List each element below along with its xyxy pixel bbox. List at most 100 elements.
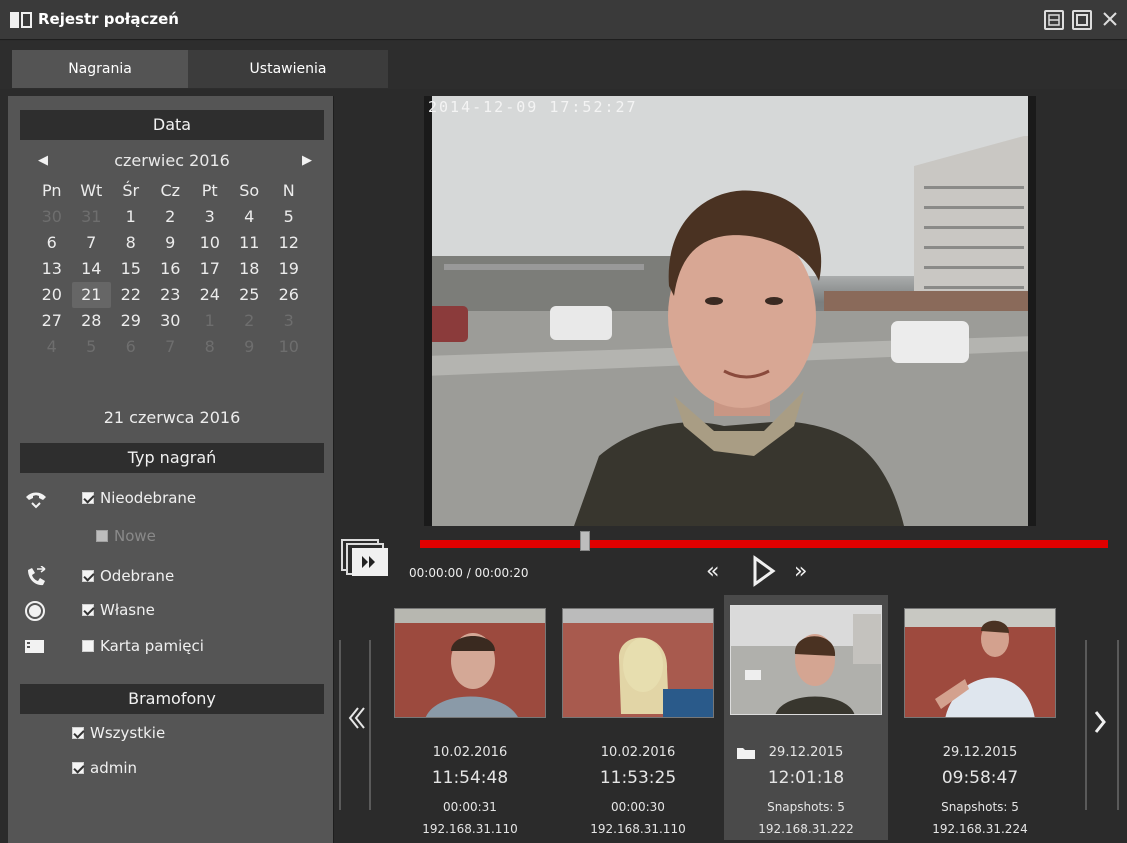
weekday-label: Śr xyxy=(122,181,140,200)
filter-karta-pamieci[interactable]: Karta pamięci xyxy=(82,635,204,657)
calendar-week-row: 30 31 1 2 3 4 5 xyxy=(32,204,316,230)
calendar-day[interactable]: 23 xyxy=(151,282,191,308)
checkbox-wlasne[interactable] xyxy=(82,604,94,616)
tab-ustawienia[interactable]: Ustawienia xyxy=(188,50,388,88)
label-karta-pamieci: Karta pamięci xyxy=(100,637,204,655)
calendar-grid: Pn Wt Śr Cz Pt So N 30 31 1 2 3 4 5 6 7 8 9 10 11 12 13 14 15 16… xyxy=(32,178,316,360)
thumb-ip: 192.168.31.110 xyxy=(590,822,686,836)
calendar-day[interactable]: 12 xyxy=(269,230,309,256)
checkbox-karta-pamieci[interactable] xyxy=(82,640,94,652)
calendar-day[interactable]: 18 xyxy=(230,256,270,282)
checkbox-odebrane[interactable] xyxy=(82,570,94,582)
calendar-day[interactable]: 29 xyxy=(111,308,151,334)
recording-thumb-2[interactable]: 10.02.2016 11:53:25 00:00:30 192.168.31.… xyxy=(556,598,720,843)
video-player[interactable]: 2014-12-09 17:52:27 xyxy=(424,96,1036,526)
recording-thumb-4[interactable]: 29.12.2015 09:58:47 Snapshots: 5 192.168… xyxy=(898,598,1062,843)
checkbox-wszystkie[interactable] xyxy=(72,727,84,739)
close-button[interactable] xyxy=(1100,10,1120,30)
calendar-week-row: 13 14 15 16 17 18 19 xyxy=(32,256,316,282)
weekday-label: Cz xyxy=(160,181,181,200)
filter-panel: Data ◀ czerwiec 2016 ▶ Pn Wt Śr Cz Pt So N 30 31… xyxy=(8,96,334,843)
tab-nagrania[interactable]: Nagrania xyxy=(12,50,188,88)
calendar-day[interactable]: 16 xyxy=(151,256,191,282)
calendar-day[interactable]: 10 xyxy=(190,230,230,256)
calendar-day-outside[interactable]: 6 xyxy=(111,334,151,360)
calendar-day[interactable]: 22 xyxy=(111,282,151,308)
filter-wlasne[interactable]: Własne xyxy=(82,599,155,621)
calendar-day[interactable]: 26 xyxy=(269,282,309,308)
play-button[interactable] xyxy=(752,555,776,593)
thumb-ip: 192.168.31.110 xyxy=(422,822,518,836)
thumb-date: 10.02.2016 xyxy=(432,745,508,760)
restore-button[interactable] xyxy=(1044,10,1064,30)
prev-page-button[interactable] xyxy=(336,640,376,810)
record-type-header: Typ nagrań xyxy=(20,443,324,473)
snapshot-sequence-icon[interactable] xyxy=(340,538,396,578)
answered-call-icon xyxy=(24,565,48,588)
thumb-time: 11:53:25 xyxy=(599,768,677,788)
rewind-button[interactable]: « xyxy=(706,559,719,584)
calendar-day-outside[interactable]: 1 xyxy=(190,308,230,334)
filter-admin[interactable]: admin xyxy=(72,757,137,779)
calendar-day[interactable]: 25 xyxy=(230,282,270,308)
thumb-ip: 192.168.31.222 xyxy=(758,822,854,836)
calendar-day[interactable]: 13 xyxy=(32,256,72,282)
weekday-label: So xyxy=(239,181,260,200)
calendar-day[interactable]: 6 xyxy=(32,230,72,256)
calendar-day[interactable]: 19 xyxy=(269,256,309,282)
progress-bar[interactable] xyxy=(420,540,1108,548)
thumb-snapshots: Snapshots: 5 xyxy=(941,800,1019,814)
date-section-header: Data xyxy=(20,110,324,140)
calendar-day[interactable]: 30 xyxy=(151,308,191,334)
calendar-day-outside[interactable]: 3 xyxy=(269,308,309,334)
calendar-day-outside[interactable]: 8 xyxy=(190,334,230,360)
calendar-day[interactable]: 7 xyxy=(72,230,112,256)
calendar-day[interactable]: 27 xyxy=(32,308,72,334)
calendar-day-outside[interactable]: 9 xyxy=(230,334,270,360)
calendar-day-outside[interactable]: 2 xyxy=(230,308,270,334)
calendar-week-row: 6 7 8 9 10 11 12 xyxy=(32,230,316,256)
recording-thumb-3[interactable]: 29.12.2015 12:01:18 Snapshots: 5 192.168… xyxy=(724,595,888,840)
thumb-duration: 00:00:31 xyxy=(443,800,497,814)
calendar-month: czerwiec 2016 xyxy=(114,151,230,170)
calendar-day-outside[interactable]: 31 xyxy=(72,204,112,230)
calendar-day-outside[interactable]: 5 xyxy=(72,334,112,360)
calendar-day[interactable]: 17 xyxy=(190,256,230,282)
calendar-day[interactable]: 14 xyxy=(72,256,112,282)
weekday-label: Wt xyxy=(80,181,103,200)
calendar-day[interactable]: 24 xyxy=(190,282,230,308)
app-icon xyxy=(10,12,32,28)
calendar-day-outside[interactable]: 7 xyxy=(151,334,191,360)
checkbox-nieodebrane[interactable] xyxy=(82,492,94,504)
calendar-day[interactable]: 20 xyxy=(32,282,72,308)
filter-nieodebrane[interactable]: Nieodebrane xyxy=(82,487,196,509)
calendar-day[interactable]: 1 xyxy=(111,204,151,230)
filter-odebrane[interactable]: Odebrane xyxy=(82,565,174,587)
next-page-button[interactable] xyxy=(1082,640,1122,810)
calendar-day[interactable]: 15 xyxy=(111,256,151,282)
recording-thumb-1[interactable]: 10.02.2016 11:54:48 00:00:31 192.168.31.… xyxy=(388,598,552,843)
filter-wszystkie[interactable]: Wszystkie xyxy=(72,722,165,744)
calendar-day[interactable]: 8 xyxy=(111,230,151,256)
window-title: Rejestr połączeń xyxy=(38,10,179,28)
thumb-image xyxy=(730,605,882,715)
calendar-day[interactable]: 21 xyxy=(71,282,111,308)
calendar-day[interactable]: 2 xyxy=(151,204,191,230)
weekday-label: N xyxy=(282,181,295,200)
calendar-day[interactable]: 3 xyxy=(190,204,230,230)
calendar-day-outside[interactable]: 30 xyxy=(32,204,72,230)
missed-call-icon xyxy=(24,488,48,510)
next-month-icon[interactable]: ▶ xyxy=(302,151,318,171)
calendar-day[interactable]: 4 xyxy=(230,204,270,230)
checkbox-admin[interactable] xyxy=(72,762,84,774)
filter-nowe: Nowe xyxy=(96,525,156,547)
calendar-day[interactable]: 28 xyxy=(72,308,112,334)
fast-forward-button[interactable]: » xyxy=(794,559,807,584)
calendar-day[interactable]: 5 xyxy=(269,204,309,230)
calendar-day-outside[interactable]: 10 xyxy=(269,334,309,360)
calendar-day-outside[interactable]: 4 xyxy=(32,334,72,360)
calendar-day[interactable]: 9 xyxy=(151,230,191,256)
calendar-day[interactable]: 11 xyxy=(230,230,270,256)
progress-handle[interactable] xyxy=(580,531,591,551)
maximize-button[interactable] xyxy=(1072,10,1092,30)
